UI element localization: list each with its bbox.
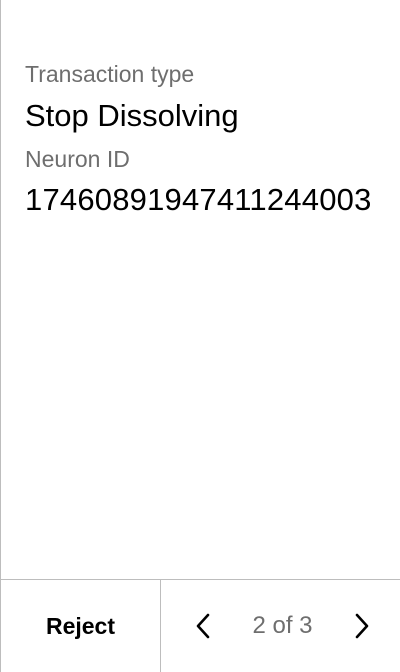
transaction-type-label: Transaction type <box>25 61 195 87</box>
page-indicator: 2 of 3 <box>252 612 313 639</box>
chevron-left-icon[interactable] <box>191 606 215 646</box>
pagination: 2 of 3 <box>161 580 400 672</box>
chevron-right-icon[interactable] <box>350 606 374 646</box>
transaction-details: Transaction type Stop Dissolving Neuron … <box>25 56 376 220</box>
neuron-id-value: 17460891947411244003 <box>25 182 372 217</box>
transaction-review-screen: Transaction type Stop Dissolving Neuron … <box>0 0 400 672</box>
reject-button[interactable]: Reject <box>1 580 161 672</box>
neuron-id-label: Neuron ID <box>25 146 130 172</box>
footer-bar: Reject 2 of 3 <box>1 579 400 672</box>
transaction-type-value: Stop Dissolving <box>25 98 239 133</box>
